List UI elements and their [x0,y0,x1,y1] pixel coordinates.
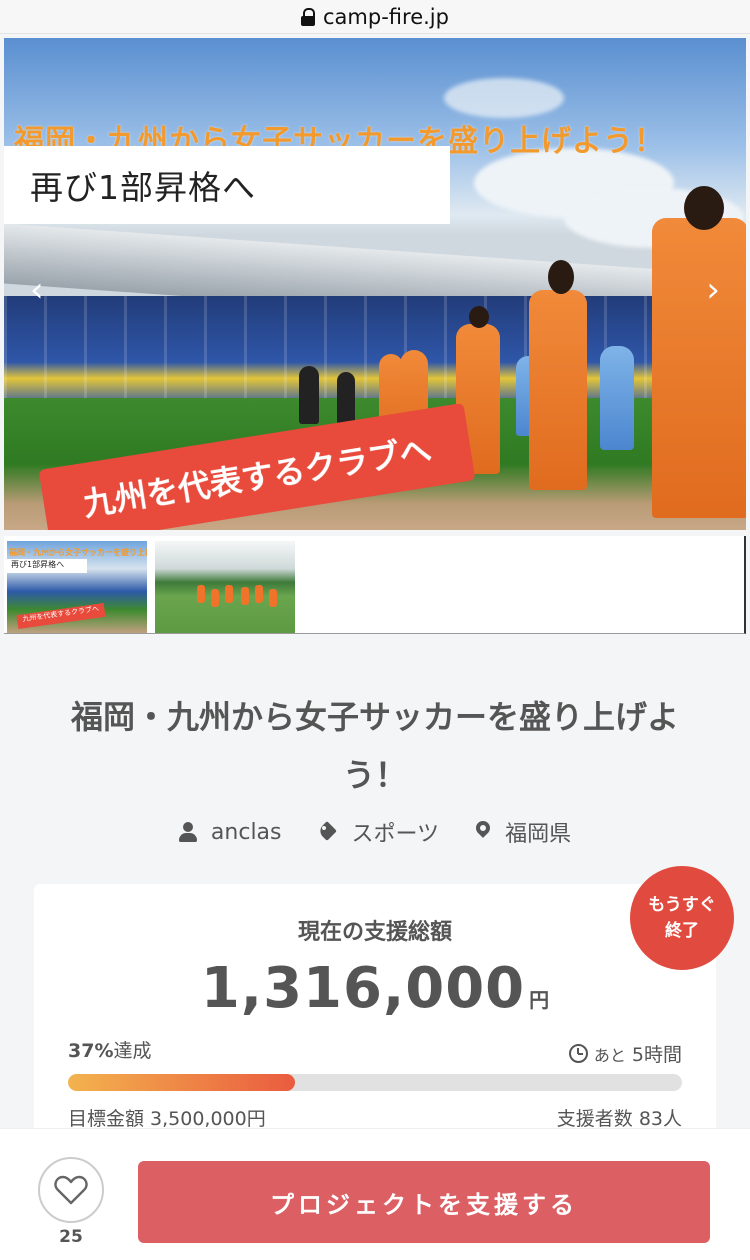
funding-amount-unit: 円 [529,988,550,1012]
carousel-prev-icon[interactable]: ‹ [30,270,44,310]
url-text: camp-fire.jp [323,4,449,29]
thumbnail-1-title: 福岡・九州から女子サッカーを盛り上げよう！ [9,548,147,557]
remaining-value: 5時間 [631,1044,682,1066]
remaining-prefix: あと [593,1045,626,1065]
tag-icon [318,822,338,842]
category-name: スポーツ [351,822,440,847]
location-link[interactable]: 福岡県 [475,816,571,848]
owner-link[interactable]: anclas [178,819,282,845]
thumbnail-1-banner: 九州を代表するクラブへ [16,602,106,630]
thumbnail-2[interactable] [155,541,295,633]
hero-image-carousel[interactable]: 福岡・九州から女子サッカーを盛り上げよう！ 再び1部昇格へ 九州を代表するクラブ… [4,38,746,530]
backer-count: 支援者数 83人 [556,1108,682,1130]
bottom-action-bar: 25 プロジェクトを支援する [0,1128,750,1260]
funding-amount: 1,316,000 円 [34,956,716,1021]
hero-subtitle-text: 再び1部昇格へ [30,168,256,207]
thumbnail-strip: 福岡・九州から女子サッカーを盛り上げよう！ 再び1部昇格へ 九州を代表するクラブ… [4,536,746,634]
support-project-button[interactable]: プロジェクトを支援する [138,1161,710,1243]
goal-amount: 目標金額 3,500,000円 [68,1108,266,1130]
progress-bar [68,1074,682,1091]
address-bar[interactable]: camp-fire.jp [0,0,750,34]
badge-line-1: もうすぐ [648,895,716,915]
location-name: 福岡県 [505,822,572,847]
ending-soon-badge: もうすぐ 終了 [630,866,734,970]
clock-icon [568,1044,588,1063]
progress-fill [68,1074,296,1091]
category-link[interactable]: スポーツ [318,816,440,848]
heart-icon [54,1175,88,1205]
user-icon [178,822,197,842]
hero-subtitle: 再び1部昇格へ [4,146,450,224]
location-pin-icon [475,821,491,843]
achievement-percent: 37%達成 [68,1036,152,1063]
thumbnail-1[interactable]: 福岡・九州から女子サッカーを盛り上げよう！ 再び1部昇格へ 九州を代表するクラブ… [7,541,147,633]
percent-value: 37% [68,1040,114,1062]
owner-name: anclas [210,819,282,845]
funding-label: 現在の支援総額 [297,920,452,945]
favorite-button[interactable] [38,1157,104,1223]
favorite-count: 25 [59,1227,83,1247]
project-title: 福岡・九州から女子サッカーを盛り上げよう！ [70,698,679,794]
badge-line-2: 終了 [665,921,699,941]
percent-suffix: 達成 [113,1040,152,1062]
lock-icon [301,7,316,26]
project-meta: anclas スポーツ 福岡県 [0,810,750,854]
funding-amount-value: 1,316,000 [200,956,526,1021]
thumbnail-1-subtitle: 再び1部昇格へ [7,559,87,573]
time-remaining: あと 5時間 [568,1040,682,1067]
carousel-next-icon[interactable]: › [706,270,720,310]
